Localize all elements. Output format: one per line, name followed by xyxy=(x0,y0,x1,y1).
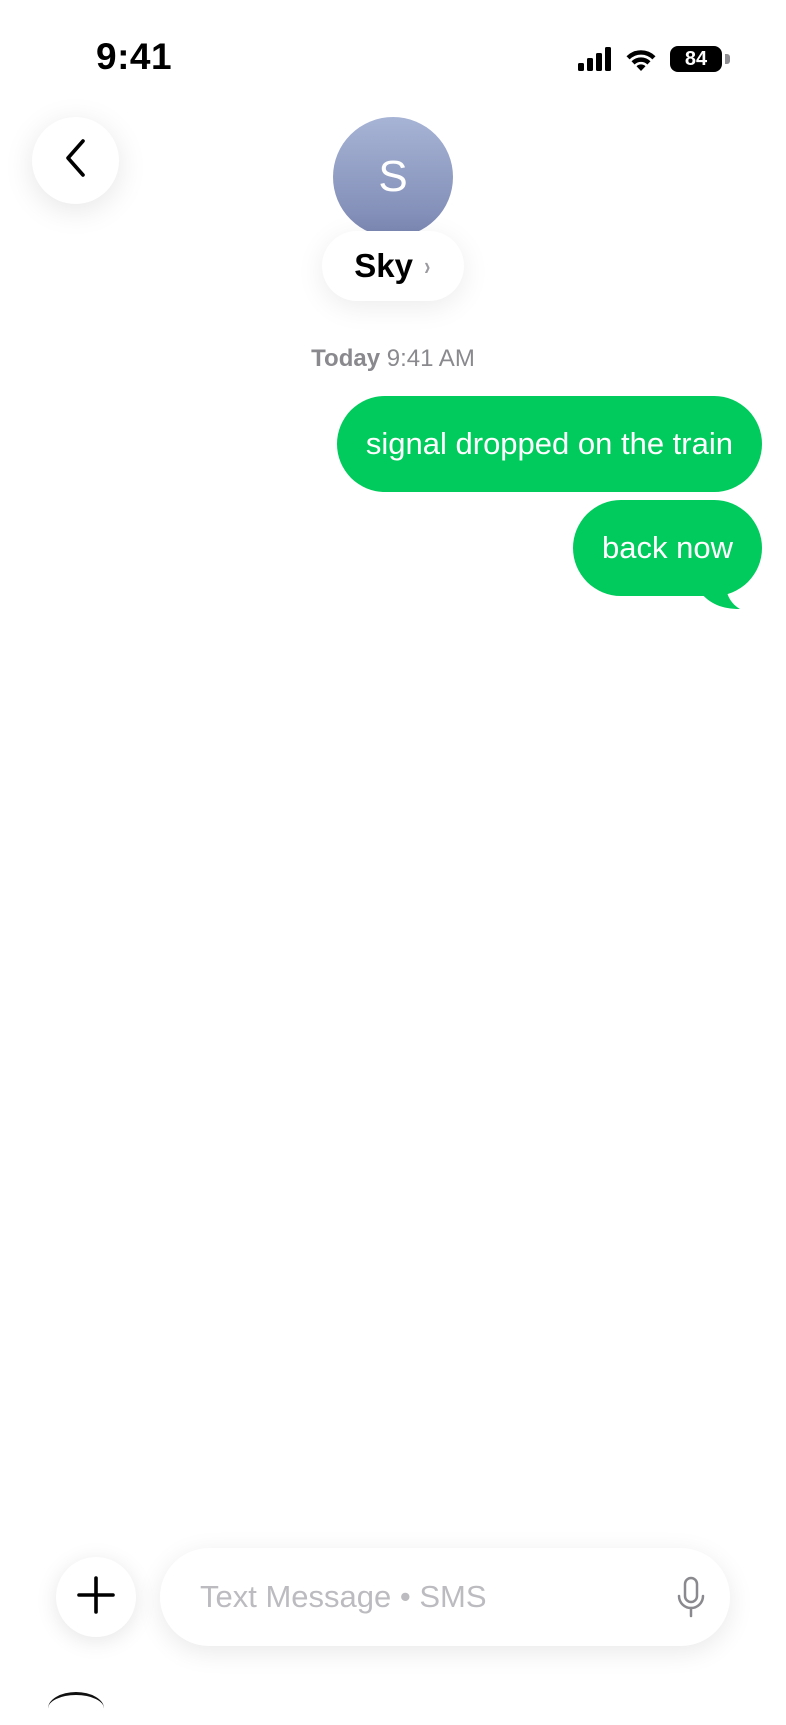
message-composer[interactable] xyxy=(160,1548,730,1646)
status-icons: 84 xyxy=(578,44,730,74)
contact-name: Sky xyxy=(354,247,414,284)
add-attachment-button[interactable] xyxy=(56,1557,136,1637)
message-timestamp: Today 9:41 AM xyxy=(0,345,786,373)
battery-level: 84 xyxy=(670,46,722,72)
battery-cap xyxy=(725,54,730,64)
back-button[interactable] xyxy=(32,117,119,204)
battery-icon: 84 xyxy=(670,44,730,74)
contact-avatar[interactable]: S xyxy=(333,117,453,237)
microphone-icon[interactable] xyxy=(676,1576,706,1618)
timestamp-day: Today xyxy=(311,345,381,372)
outgoing-message-bubble[interactable]: signal dropped on the train xyxy=(336,396,762,492)
status-time: 9:41 xyxy=(96,36,173,77)
chevron-left-icon xyxy=(64,138,88,183)
signal-bars-icon xyxy=(578,47,612,71)
avatar-initial: S xyxy=(378,152,408,201)
message-input[interactable] xyxy=(200,1548,640,1646)
bottom-edge-element xyxy=(48,1692,104,1725)
timestamp-time: 9:41 AM xyxy=(386,345,475,372)
status-bar: 9:41 84 xyxy=(0,0,786,110)
contact-name-button[interactable]: Sky › xyxy=(322,231,464,301)
plus-icon xyxy=(77,1575,115,1619)
bubble-tail xyxy=(700,580,740,609)
chevron-right-icon: › xyxy=(424,250,431,281)
wifi-icon xyxy=(624,47,658,72)
